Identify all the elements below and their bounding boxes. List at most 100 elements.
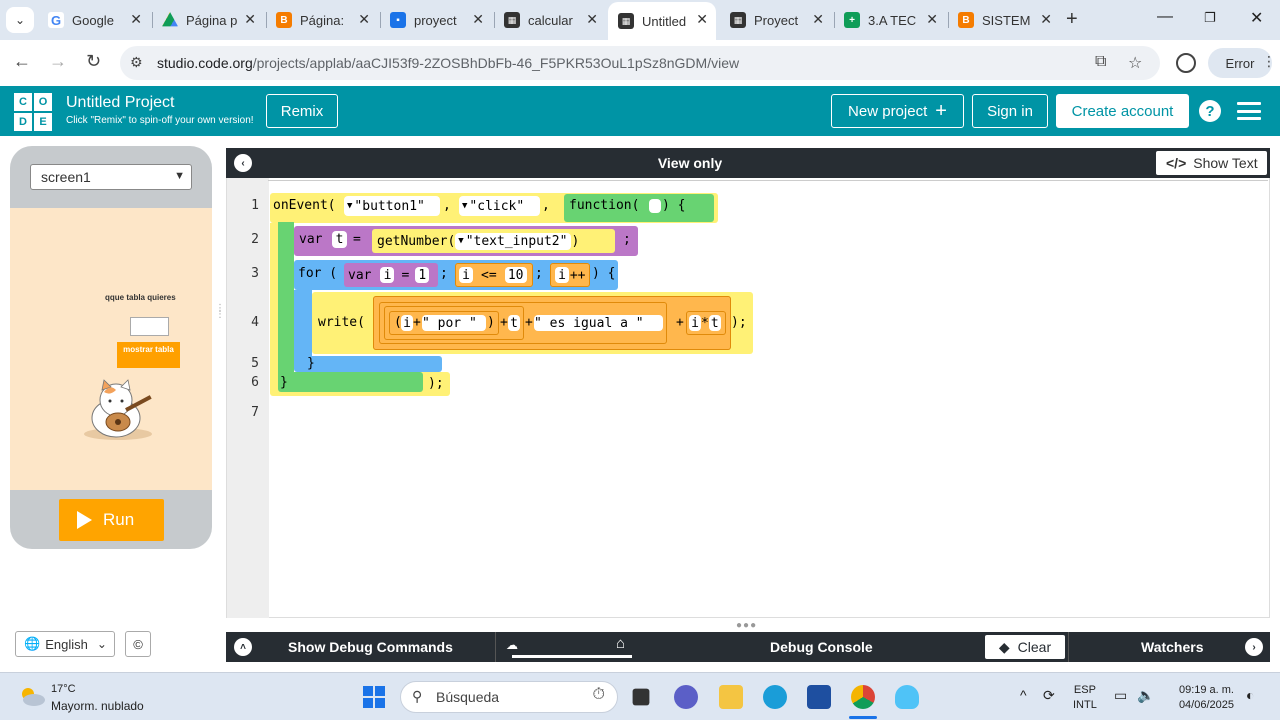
clear-console-button[interactable]: ◆ Clear	[985, 635, 1065, 659]
app-show-table-button[interactable]: mostrar tabla	[117, 342, 180, 368]
logo-letter: C	[14, 93, 32, 111]
browser-tab[interactable]: ▪ proyect ✕	[380, 6, 492, 34]
semicolon: ;	[535, 266, 543, 281]
string-es-igual-a[interactable]: " es igual a "	[534, 315, 663, 331]
profile-icon[interactable]	[1176, 53, 1196, 73]
close-icon[interactable]: ✕	[130, 11, 142, 28]
close-icon[interactable]: ✕	[812, 11, 824, 28]
input-id-dropdown[interactable]: ▼ "text_input2"	[455, 232, 572, 250]
expand-right-icon[interactable]: ›	[1245, 638, 1263, 656]
panel-resize-handle[interactable]: ⋮ ⋮	[215, 304, 225, 320]
chrome-icon[interactable]	[851, 685, 875, 709]
restore-icon[interactable]: ❐	[1204, 10, 1216, 26]
browser-tab[interactable]: Página p ✕	[152, 6, 264, 34]
run-button[interactable]: Run	[59, 499, 164, 541]
new-tab-icon[interactable]: +	[1066, 8, 1078, 31]
system-clock[interactable]: 09:19 a. m. 04/06/2025	[1170, 683, 1234, 713]
for-increment-block[interactable]: i i++	[550, 263, 590, 287]
url-field[interactable]: ⚙ studio.code.org/projects/applab/aaCJI5…	[120, 46, 1160, 80]
new-project-button[interactable]: New project +	[831, 94, 964, 128]
browser-tab[interactable]: B SISTEM ✕	[948, 6, 1060, 34]
more-menu-icon[interactable]: ⋮	[1262, 53, 1276, 70]
hamburger-menu-icon[interactable]	[1237, 102, 1261, 120]
back-icon[interactable]: ←	[13, 51, 31, 72]
bookmark-star-icon[interactable]: ☆	[1128, 53, 1142, 73]
var-t[interactable]: t	[508, 315, 520, 331]
var-name-field[interactable]: t	[332, 231, 347, 248]
for-init-block[interactable]: var i = 1	[344, 263, 438, 287]
paint-icon[interactable]	[895, 685, 919, 709]
copyright-button[interactable]: ©	[125, 631, 151, 657]
chat-icon[interactable]	[674, 685, 698, 709]
for-init-value[interactable]: 1	[415, 267, 430, 283]
speed-slider[interactable]	[512, 655, 632, 658]
reload-icon[interactable]: ↻	[86, 51, 101, 72]
close-icon[interactable]: ✕	[1040, 11, 1052, 28]
help-icon[interactable]: ?	[1199, 100, 1221, 122]
condition-value[interactable]: 10	[504, 267, 527, 283]
file-explorer-icon[interactable]	[719, 685, 743, 709]
create-account-button[interactable]: Create account	[1056, 94, 1189, 128]
browser-tab[interactable]: ▦ Proyect ✕	[720, 6, 832, 34]
collapse-up-icon[interactable]: ˄	[234, 638, 252, 656]
input-language-indicator[interactable]: ESP INTL	[1073, 683, 1097, 713]
edge-icon[interactable]	[763, 685, 787, 709]
windows-start-icon[interactable]	[363, 686, 385, 708]
close-icon[interactable]: ✕	[586, 11, 598, 28]
temperature: 17°C	[51, 683, 76, 695]
keyboard-layout: INTL	[1073, 699, 1097, 711]
site-settings-icon[interactable]: ⚙	[130, 54, 143, 71]
store-icon[interactable]	[807, 685, 831, 709]
sign-in-button[interactable]: Sign in	[972, 94, 1048, 128]
remix-button[interactable]: Remix	[266, 94, 338, 128]
show-text-button[interactable]: </> Show Text	[1156, 151, 1267, 175]
taskbar-search[interactable]: ⚲ Búsqueda ⏱	[400, 681, 618, 713]
screen-select[interactable]: screen1 ▼	[30, 164, 192, 190]
codeorg-logo[interactable]: C O D E	[14, 93, 52, 131]
chevron-up-icon[interactable]: ^	[1020, 687, 1027, 703]
browser-tab-active[interactable]: ▦ Untitled ✕	[608, 2, 716, 40]
browser-tab[interactable]: B Página: ✕	[266, 6, 378, 34]
language-select[interactable]: 🌐 English ⌄	[15, 631, 115, 657]
volume-icon[interactable]: 🔈	[1137, 687, 1154, 704]
button-id-dropdown[interactable]: ▼ "button1"	[344, 196, 440, 216]
close-icon[interactable]: ✕	[358, 11, 370, 28]
notifications-icon[interactable]: ◐	[1246, 687, 1254, 703]
task-view-icon[interactable]	[632, 688, 650, 706]
window-close-icon[interactable]: ✕	[1250, 8, 1263, 28]
watchers-title: Watchers	[1141, 639, 1204, 655]
forward-icon[interactable]: →	[49, 51, 67, 72]
string-por[interactable]: " por "	[422, 315, 486, 331]
event-type-dropdown[interactable]: ▼ "click"	[459, 196, 540, 216]
codeorg-icon: ▦	[618, 13, 634, 29]
function-close-brace: }	[280, 375, 288, 390]
browser-tab[interactable]: G Google ✕	[38, 6, 150, 34]
close-icon[interactable]: ✕	[472, 11, 484, 28]
for-var-name-field[interactable]: i	[380, 267, 395, 283]
function-params-slot[interactable]	[649, 199, 661, 213]
for-condition-block[interactable]: i <= 10	[455, 263, 533, 287]
minimize-icon[interactable]: —	[1157, 8, 1173, 26]
workspace-scrollbar[interactable]	[268, 180, 1268, 187]
sync-icon[interactable]: ⟳	[1043, 687, 1055, 704]
browser-tab[interactable]: + 3.A TEC ✕	[834, 6, 946, 34]
close-icon[interactable]: ✕	[696, 11, 708, 28]
var-t[interactable]: t	[708, 315, 721, 331]
close-icon[interactable]: ✕	[926, 11, 938, 28]
app-text-input[interactable]	[130, 317, 169, 336]
close-icon[interactable]: ✕	[244, 11, 256, 28]
rabbit-speed-icon[interactable]: ⌂	[616, 635, 625, 652]
network-icon[interactable]: ▭	[1114, 687, 1127, 704]
console-resize-handle[interactable]: ●●●	[736, 620, 757, 631]
var-i[interactable]: i	[401, 315, 413, 331]
show-debug-commands-button[interactable]: Show Debug Commands	[288, 639, 453, 655]
tab-search-button[interactable]: ⌄	[6, 7, 34, 33]
multiply-expression[interactable]: i * t	[686, 311, 726, 335]
url-text: studio.code.org/projects/applab/aaCJI53f…	[157, 55, 739, 71]
cloudy-weather-icon[interactable]	[18, 685, 46, 707]
browser-tab[interactable]: ▦ calcular ✕	[494, 6, 606, 34]
active-app-indicator	[849, 716, 877, 719]
getnumber-block[interactable]: getNumber( ▼ "text_input2" )	[372, 229, 615, 253]
translate-icon[interactable]: ⧉	[1095, 53, 1106, 71]
var-i[interactable]: i	[689, 315, 701, 331]
